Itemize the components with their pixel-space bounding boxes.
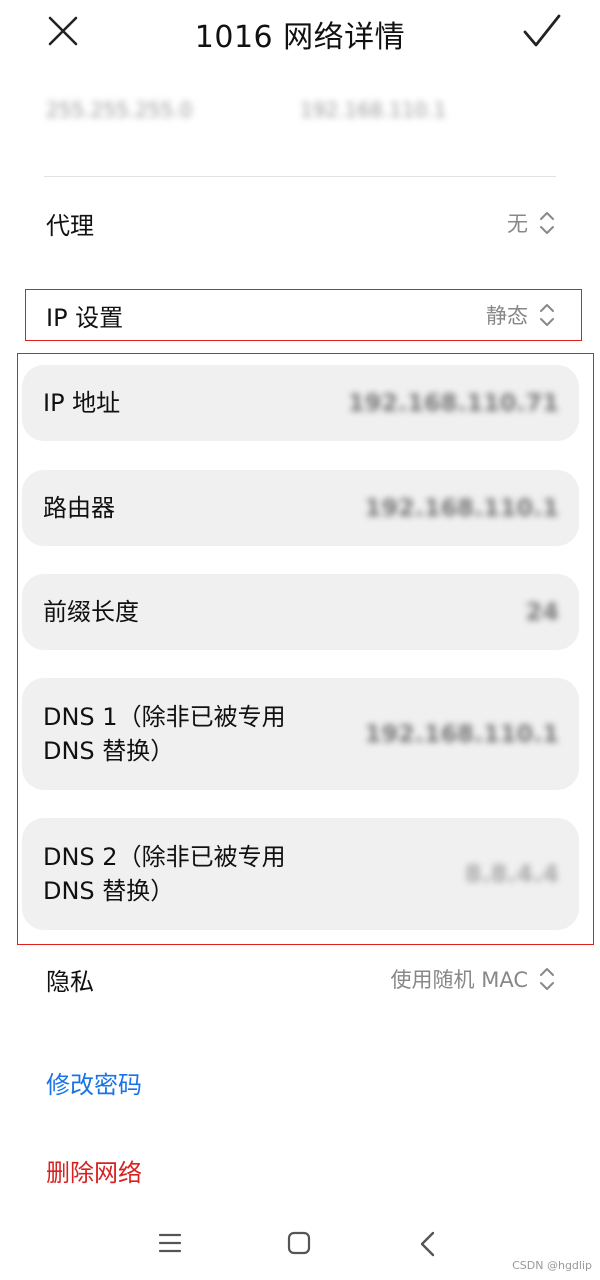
divider	[44, 176, 556, 177]
privacy-selector[interactable]: 使用随机 MAC	[391, 964, 556, 994]
dns1-value[interactable]: 192.168.110.1	[365, 720, 559, 748]
privacy-label: 隐私	[46, 967, 94, 996]
privacy-row[interactable]: 隐私 使用随机 MAC	[46, 956, 556, 1002]
dns1-label: DNS 1（除非已被专用 DNS 替换）	[43, 703, 286, 765]
proxy-selector[interactable]: 无	[507, 208, 556, 238]
blurred-network-values: 255.255.255.0 192.168.110.1	[46, 94, 466, 128]
router-label: 路由器	[43, 494, 115, 522]
prefix-length-field[interactable]: 前缀长度 24	[22, 574, 579, 650]
prefix-length-label: 前缀长度	[43, 598, 139, 626]
dns2-field[interactable]: DNS 2（除非已被专用 DNS 替换） 8.8.4.4	[22, 818, 579, 930]
router-value[interactable]: 192.168.110.1	[365, 494, 559, 522]
dns2-label: DNS 2（除非已被专用 DNS 替换）	[43, 843, 286, 905]
dns1-field[interactable]: DNS 1（除非已被专用 DNS 替换） 192.168.110.1	[22, 678, 579, 790]
privacy-value: 使用随机 MAC	[390, 968, 528, 992]
back-icon[interactable]	[418, 1231, 438, 1257]
proxy-label: 代理	[46, 211, 94, 240]
ip-address-value[interactable]: 192.168.110.71	[348, 389, 559, 417]
prefix-length-value[interactable]: 24	[526, 598, 559, 626]
watermark: CSDN @hgdlip	[512, 1259, 592, 1272]
top-app-bar: 1016 网络详情	[0, 0, 600, 70]
dns2-value[interactable]: 8.8.4.4	[465, 860, 559, 888]
ip-settings-row[interactable]: IP 设置 静态	[46, 292, 556, 338]
proxy-value: 无	[507, 212, 528, 236]
delete-network-link[interactable]: 删除网络	[46, 1153, 142, 1188]
ip-address-label: IP 地址	[43, 389, 121, 417]
check-icon[interactable]	[522, 12, 562, 50]
subnet-mask-value: 255.255.255.0	[46, 98, 193, 122]
modify-password-link[interactable]: 修改密码	[46, 1065, 142, 1100]
ip-settings-value: 静态	[486, 304, 528, 328]
system-navigation-bar	[0, 1215, 600, 1275]
ip-address-field[interactable]: IP 地址 192.168.110.71	[22, 365, 579, 441]
proxy-row[interactable]: 代理 无	[46, 200, 556, 246]
up-down-chevron-icon	[540, 212, 554, 234]
menu-icon[interactable]	[158, 1231, 182, 1255]
gateway-value: 192.168.110.1	[300, 98, 447, 122]
up-down-chevron-icon	[540, 968, 554, 990]
up-down-chevron-icon	[540, 304, 554, 326]
router-field[interactable]: 路由器 192.168.110.1	[22, 470, 579, 546]
ip-settings-selector[interactable]: 静态	[486, 300, 556, 330]
ip-settings-label: IP 设置	[46, 303, 124, 332]
page-title: 1016 网络详情	[194, 20, 406, 55]
home-icon[interactable]	[287, 1231, 311, 1255]
